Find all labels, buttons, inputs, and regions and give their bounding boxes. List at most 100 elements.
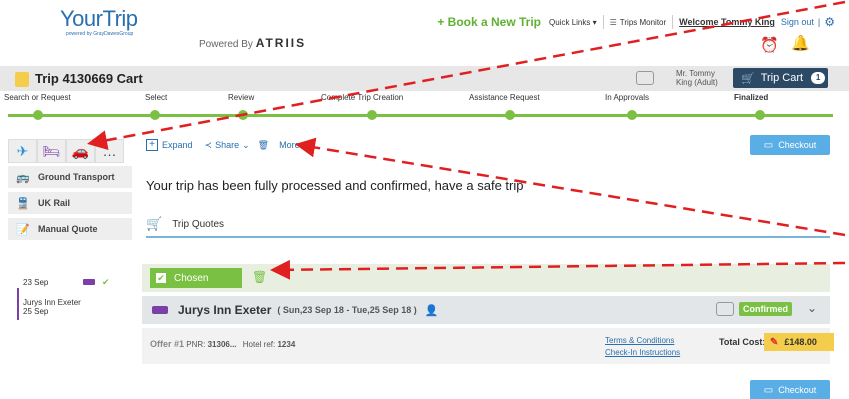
trip-quotes-tab[interactable]: 🛒 Trip Quotes [146,212,830,238]
trip-cart-label: Trip Cart [760,72,804,84]
step-in-approvals: In Approvals [605,93,650,102]
checkout-label: Checkout [778,140,817,150]
step-dot [150,110,160,120]
hotel-booking-row[interactable]: Jurys Inn Exeter ( Sun,23 Sep 18 - Tue,2… [142,296,830,324]
expand-link[interactable]: Expand [162,140,193,150]
logo-text: YourTrip [60,6,138,31]
checkout-icon: ▭ [763,384,774,396]
step-select: Select [145,93,168,102]
more-modes-button[interactable]: … [95,139,124,163]
traveller-line-1: Mr. Tommy [676,69,715,78]
cart-icon: 🛒 [741,72,755,85]
step-review: Review [228,93,255,102]
trips-monitor-link[interactable]: Trips Monitor [620,18,666,27]
alarm-clock-icon[interactable]: ⏰ [760,36,779,54]
step-dot [367,110,377,120]
trip-cart-button[interactable]: 🛒 Trip Cart 1 [733,68,828,88]
sidebar-item-label: UK Rail [38,198,71,208]
chosen-button[interactable]: ✔ Chosen [150,268,242,288]
step-finalized: Finalized [734,93,769,102]
bell-icon[interactable]: 🔔 [791,34,810,52]
hotel-name: Jurys Inn Exeter [178,303,272,317]
offer-label: Offer #1 [150,339,185,349]
step-dot [238,110,248,120]
offer-details: Offer #1 PNR: 31306... Hotel ref: 1234 [150,339,295,349]
trip-quotes-label: Trip Quotes [172,218,225,230]
logo-subtext: powered by GrayDawesGroup [66,31,134,37]
traveller-name: Mr. Tommy King (Adult) [676,69,718,87]
yourtrip-logo[interactable]: YourTrip powered by GrayDawesGroup [60,8,150,38]
more-link[interactable]: More [279,140,300,150]
flight-mode-button[interactable]: ✈ [8,139,37,163]
mini-trip-summary[interactable]: 23 Sep ✔ Jurys Inn Exeter 25 Sep [18,277,133,316]
total-cost-value: £148.00 [784,337,817,347]
car-mode-button[interactable]: 🚗 [66,139,95,163]
mini-trip-start: 23 Sep [23,278,49,287]
step-search-or-request: Search or Request [4,93,71,102]
chevron-down-icon[interactable]: ⌄ [807,301,817,315]
hotel-icon [83,279,95,285]
train-icon: 🚆 [16,197,30,210]
chat-icon[interactable] [716,302,734,316]
chat-icon[interactable] [636,71,654,85]
terms-conditions-link[interactable]: Terms & Conditions [605,335,680,347]
book-new-trip-link[interactable]: + Book a New Trip [437,15,541,29]
traveller-line-2: King (Adult) [676,78,718,87]
trip-document-icon [15,72,29,87]
mini-trip-end: 25 Sep [23,307,49,316]
quick-links-menu[interactable]: Quick Links ▾ [549,18,597,27]
separator-text: | [817,17,821,27]
divider [672,15,674,29]
total-cost-label: Total Cost: [719,337,766,347]
divider [602,15,604,29]
checkout-button-bottom[interactable]: ▭ Checkout [750,380,830,399]
hotel-ref-label: Hotel ref: [242,340,276,349]
manual-quote-icon: 📝 [16,223,30,236]
top-nav: + Book a New Trip Quick Links ▾ ☰ Trips … [437,15,835,29]
share-link[interactable]: Share [215,140,239,150]
welcome-user-link[interactable]: Welcome Tommy King [679,17,775,27]
sidebar-item-manual-quote[interactable]: 📝 Manual Quote [8,218,132,240]
pnr-value: 31306... [207,340,237,349]
sidebar-item-label: Ground Transport [38,172,115,182]
hotel-mode-button[interactable]: 🛏 [37,139,66,163]
checkout-icon: ▭ [763,139,774,151]
checkin-instructions-link[interactable]: Check-In Instructions [605,347,680,359]
step-dot [627,110,637,120]
offer-row: Offer #1 PNR: 31306... Hotel ref: 1234 T… [142,328,834,364]
chosen-label: Chosen [174,272,209,284]
status-badge: Confirmed [739,302,792,316]
expand-icon[interactable]: + [146,139,158,151]
checkout-button-top[interactable]: ▭ Checkout [750,135,830,155]
trip-bar: Trip 4130669 Cart Mr. Tommy King (Adult)… [0,66,849,91]
pnr-label: PNR: [186,340,206,349]
hotel-dates: ( Sun,23 Sep 18 - Tue,25 Sep 18 ) [277,305,417,315]
progress-steps: Search or Request Select Review Complete… [0,92,849,122]
chevron-down-icon[interactable]: ⌄ [242,140,250,151]
powered-by: Powered By ATRIIS [199,36,306,50]
step-assistance-request: Assistance Request [469,93,540,102]
trip-title: Trip 4130669 Cart [35,71,143,86]
gear-icon[interactable]: ⚙ [824,15,835,29]
step-dot [755,110,765,120]
price-tag[interactable]: ✎ £148.00 [764,333,834,351]
checkout-label: Checkout [778,385,817,395]
trash-icon[interactable]: 🗑 [252,270,267,284]
person-icon: 👤 [424,304,439,317]
trips-monitor-icon: ☰ [609,17,617,27]
sign-out-link[interactable]: Sign out [781,17,814,27]
progress-line [8,114,833,117]
share-icon[interactable]: ≺ [205,140,213,151]
sidebar-item-uk-rail[interactable]: 🚆 UK Rail [8,192,132,214]
hotel-icon [152,306,168,314]
trash-icon[interactable]: 🗑 [258,140,269,151]
bus-icon: 🚌 [16,171,30,184]
powered-by-label: Powered By [199,39,253,50]
check-icon: ✔ [102,277,110,287]
sidebar-item-ground-transport[interactable]: 🚌 Ground Transport [8,166,132,188]
hotel-ref-value: 1234 [277,340,296,349]
step-dot [33,110,43,120]
confirmation-message: Your trip has been fully processed and c… [146,178,524,193]
mode-selector: ✈ 🛏 🚗 … [8,139,124,163]
offer-links: Terms & Conditions Check-In Instructions [605,335,680,359]
